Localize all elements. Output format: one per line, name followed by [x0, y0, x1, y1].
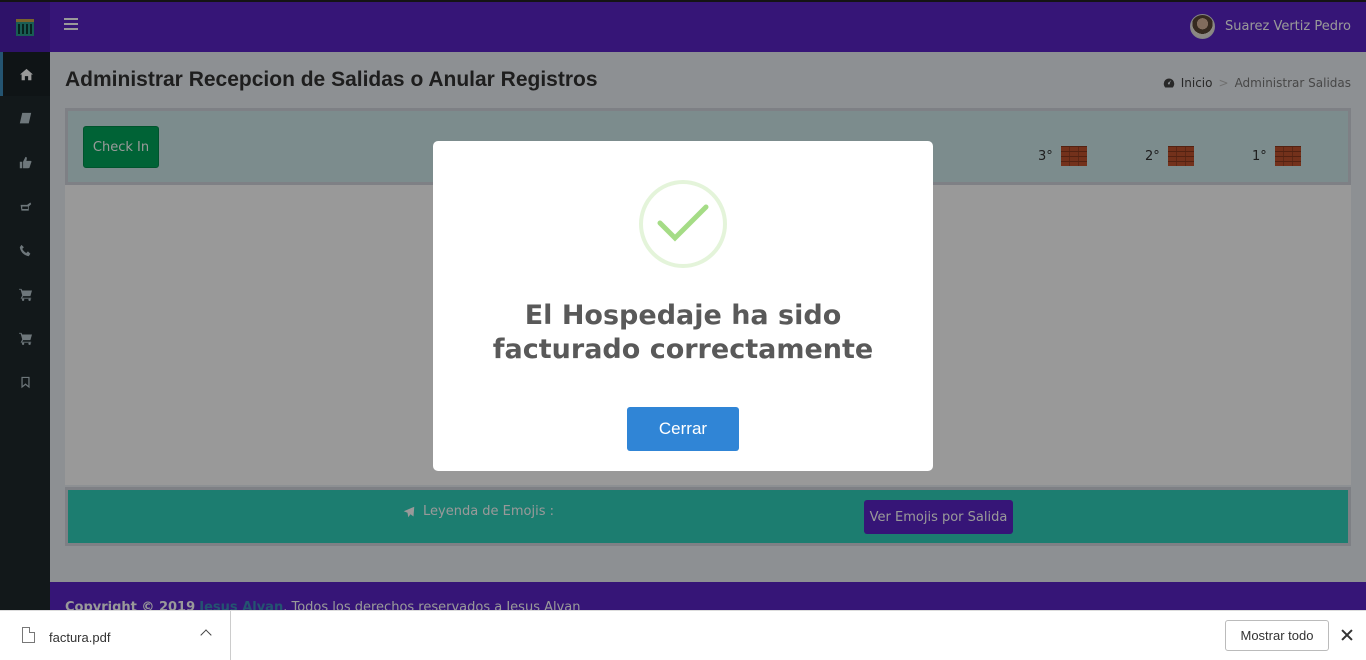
download-item[interactable]: factura.pdf	[0, 611, 231, 660]
close-button[interactable]: Cerrar	[627, 407, 739, 451]
success-modal: El Hospedaje ha sido facturado correctam…	[433, 141, 933, 471]
chevron-up-icon[interactable]	[200, 629, 212, 641]
file-icon	[22, 627, 35, 643]
close-icon[interactable]	[1340, 628, 1354, 642]
download-file-name: factura.pdf	[49, 630, 111, 645]
show-all-button[interactable]: Mostrar todo	[1225, 620, 1329, 651]
success-check-icon	[639, 180, 727, 268]
download-bar: factura.pdf Mostrar todo	[0, 610, 1366, 660]
modal-title: El Hospedaje ha sido facturado correctam…	[492, 300, 874, 365]
